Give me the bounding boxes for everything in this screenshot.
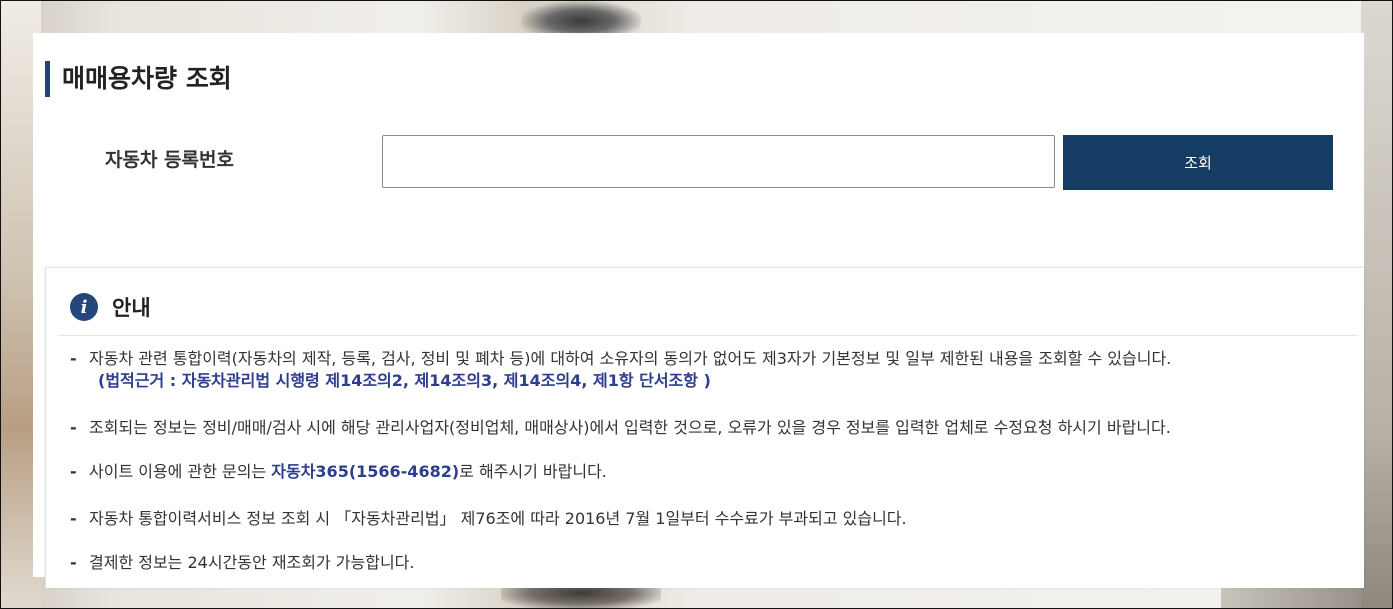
notice-item: - 자동차 통합이력서비스 정보 조회 시 「자동차관리법」 제76조에 따라 2…: [70, 508, 907, 530]
background-image: [1361, 1, 1392, 608]
notice-item: - 사이트 이용에 관한 문의는 자동차365(1566-4682)로 해주시기 …: [70, 461, 607, 483]
contact-highlight: 자동차365(1566-4682): [271, 462, 460, 481]
info-icon: i: [70, 293, 98, 321]
notice-header: i 안내: [70, 290, 151, 324]
notice-text: 로 해주시기 바랍니다.: [459, 462, 607, 481]
registration-number-input[interactable]: [382, 135, 1055, 188]
content-panel: 매매용차량 조회 자동차 등록번호 조회 i 안내 - 자동차 관련 통합이력(자…: [33, 33, 1364, 588]
notice-text: 결제한 정보는 24시간동안 재조회가 가능합니다.: [89, 553, 415, 572]
legal-basis-text: (법적근거 : 자동차관리법 시행령 제14조의2, 제14조의3, 제14조의…: [98, 371, 711, 390]
notice-title: 안내: [112, 296, 151, 320]
page-title: 매매용차량 조회: [45, 61, 232, 97]
notice-text: 사이트 이용에 관한 문의는: [89, 462, 272, 481]
bullet-dash: -: [70, 553, 77, 572]
notice-text: 조회되는 정보는 정비/매매/검사 시에 해당 관리사업자(정비업체, 매매상사…: [89, 418, 1171, 437]
notice-text: 자동차 통합이력서비스 정보 조회 시 「자동차관리법」 제76조에 따라 20…: [89, 509, 907, 528]
registration-number-label: 자동차 등록번호: [105, 149, 234, 171]
search-button[interactable]: 조회: [1063, 135, 1333, 190]
notice-text: 자동차 관련 통합이력(자동차의 제작, 등록, 검사, 정비 및 폐차 등)에…: [89, 349, 1172, 368]
divider: [58, 335, 1358, 336]
bullet-dash: -: [70, 462, 77, 481]
window-frame: 매매용차량 조회 자동차 등록번호 조회 i 안내 - 자동차 관련 통합이력(자…: [0, 0, 1393, 609]
bullet-dash: -: [70, 349, 77, 368]
bullet-dash: -: [70, 418, 77, 437]
notice-item: - 자동차 관련 통합이력(자동차의 제작, 등록, 검사, 정비 및 폐차 등)…: [70, 348, 1171, 392]
notice-item: - 조회되는 정보는 정비/매매/검사 시에 해당 관리사업자(정비업체, 매매상…: [70, 417, 1171, 439]
bullet-dash: -: [70, 509, 77, 528]
notice-box: i 안내 - 자동차 관련 통합이력(자동차의 제작, 등록, 검사, 정비 및 …: [45, 267, 1364, 588]
notice-item: - 결제한 정보는 24시간동안 재조회가 가능합니다.: [70, 552, 414, 574]
